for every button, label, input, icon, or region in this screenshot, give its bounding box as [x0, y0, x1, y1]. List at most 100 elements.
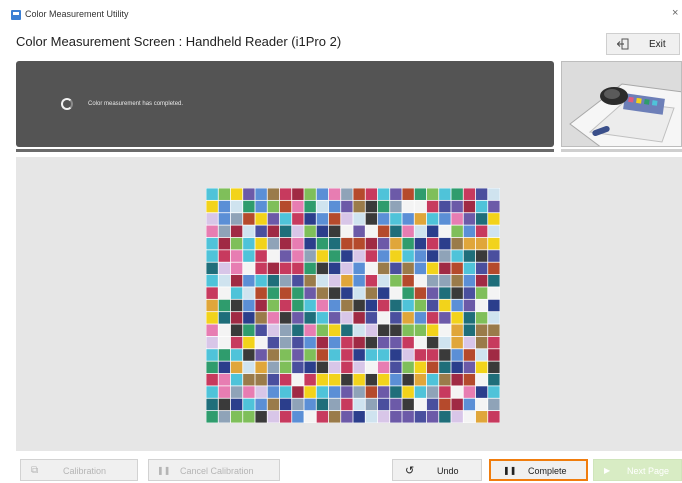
- color-patch: [243, 373, 255, 386]
- color-patch: [451, 200, 463, 213]
- color-patch: [475, 188, 488, 200]
- calibration-button[interactable]: ⧉ Calibration: [20, 459, 138, 481]
- color-patch: [463, 274, 476, 287]
- color-patch: [390, 299, 402, 312]
- color-patch: [463, 312, 476, 324]
- color-patch: [390, 349, 402, 361]
- color-patch: [243, 398, 255, 411]
- color-patch: [488, 349, 500, 361]
- color-patch: [402, 361, 414, 374]
- cancel-calibration-button[interactable]: ❚❚ Cancel Calibration: [148, 459, 280, 481]
- color-patch: [414, 411, 427, 423]
- color-patch: [488, 287, 500, 299]
- color-patch: [426, 225, 439, 238]
- color-patch: [353, 213, 365, 225]
- color-patch: [230, 287, 243, 299]
- color-patch: [439, 386, 451, 398]
- color-patch: [341, 349, 353, 361]
- color-patch: [230, 225, 243, 238]
- color-patch: [341, 299, 353, 312]
- color-patch: [390, 386, 402, 398]
- color-patch: [390, 237, 402, 250]
- spinner-icon: [61, 98, 73, 110]
- color-patch: [292, 373, 304, 386]
- color-patch: [353, 336, 365, 349]
- color-patch: [414, 386, 427, 398]
- color-patch: [402, 262, 414, 275]
- color-patch: [402, 250, 414, 262]
- color-patch: [279, 200, 292, 213]
- color-patch: [402, 274, 414, 287]
- color-patch: [304, 398, 316, 411]
- color-patch: [255, 336, 267, 349]
- color-patch: [206, 398, 218, 411]
- color-patch: [365, 299, 378, 312]
- color-patch: [328, 237, 341, 250]
- color-patch: [304, 262, 316, 275]
- color-patch: [377, 213, 390, 225]
- color-patch: [267, 262, 280, 275]
- color-patch: [218, 262, 231, 275]
- color-patch: [316, 398, 329, 411]
- color-patch: [353, 361, 365, 374]
- color-patch: [463, 361, 476, 374]
- color-patch: [243, 200, 255, 213]
- color-patch: [292, 336, 304, 349]
- color-patch: [304, 411, 316, 423]
- color-patch: [316, 274, 329, 287]
- color-patch: [230, 398, 243, 411]
- color-patch: [439, 312, 451, 324]
- color-patch: [218, 274, 231, 287]
- next-page-button[interactable]: ▶ Next Page: [593, 459, 682, 481]
- color-patch: [206, 361, 218, 374]
- color-patch: [304, 361, 316, 374]
- color-patch: [390, 312, 402, 324]
- complete-button[interactable]: ❚❚ Complete: [489, 459, 588, 481]
- color-patch: [365, 237, 378, 250]
- color-patch: [402, 386, 414, 398]
- close-icon[interactable]: ×: [672, 7, 682, 19]
- color-patch: [255, 225, 267, 238]
- color-patch: [451, 324, 463, 337]
- color-patch: [341, 262, 353, 275]
- color-patch: [279, 349, 292, 361]
- color-patch: [365, 386, 378, 398]
- color-patch: [328, 411, 341, 423]
- color-patch: [316, 373, 329, 386]
- exit-button[interactable]: Exit: [606, 33, 680, 55]
- color-patch: [402, 312, 414, 324]
- color-patch: [279, 411, 292, 423]
- color-patch: [377, 188, 390, 200]
- color-patch: [414, 200, 427, 213]
- color-patch: [488, 299, 500, 312]
- color-patch: [451, 386, 463, 398]
- color-patch: [328, 386, 341, 398]
- color-patch: [439, 287, 451, 299]
- color-patch: [292, 349, 304, 361]
- color-patch: [292, 250, 304, 262]
- color-patch: [475, 237, 488, 250]
- color-patch: [365, 213, 378, 225]
- color-patch: [255, 237, 267, 250]
- color-patch: [365, 287, 378, 299]
- color-patch: [390, 287, 402, 299]
- color-patch: [414, 349, 427, 361]
- color-patch: [218, 213, 231, 225]
- color-patch: [475, 386, 488, 398]
- color-patch: [267, 386, 280, 398]
- color-patch: [243, 188, 255, 200]
- color-patch: [255, 188, 267, 200]
- undo-button[interactable]: ↺ Undo: [392, 459, 482, 481]
- color-patch: [475, 200, 488, 213]
- color-patch: [402, 336, 414, 349]
- color-patch: [439, 336, 451, 349]
- color-patch: [243, 299, 255, 312]
- play-icon: ▶: [604, 466, 611, 475]
- color-patch: [218, 188, 231, 200]
- color-patch: [353, 373, 365, 386]
- status-panel-divider: [16, 149, 554, 152]
- color-patch: [230, 299, 243, 312]
- color-patch: [267, 237, 280, 250]
- color-patch: [218, 386, 231, 398]
- color-patch: [488, 237, 500, 250]
